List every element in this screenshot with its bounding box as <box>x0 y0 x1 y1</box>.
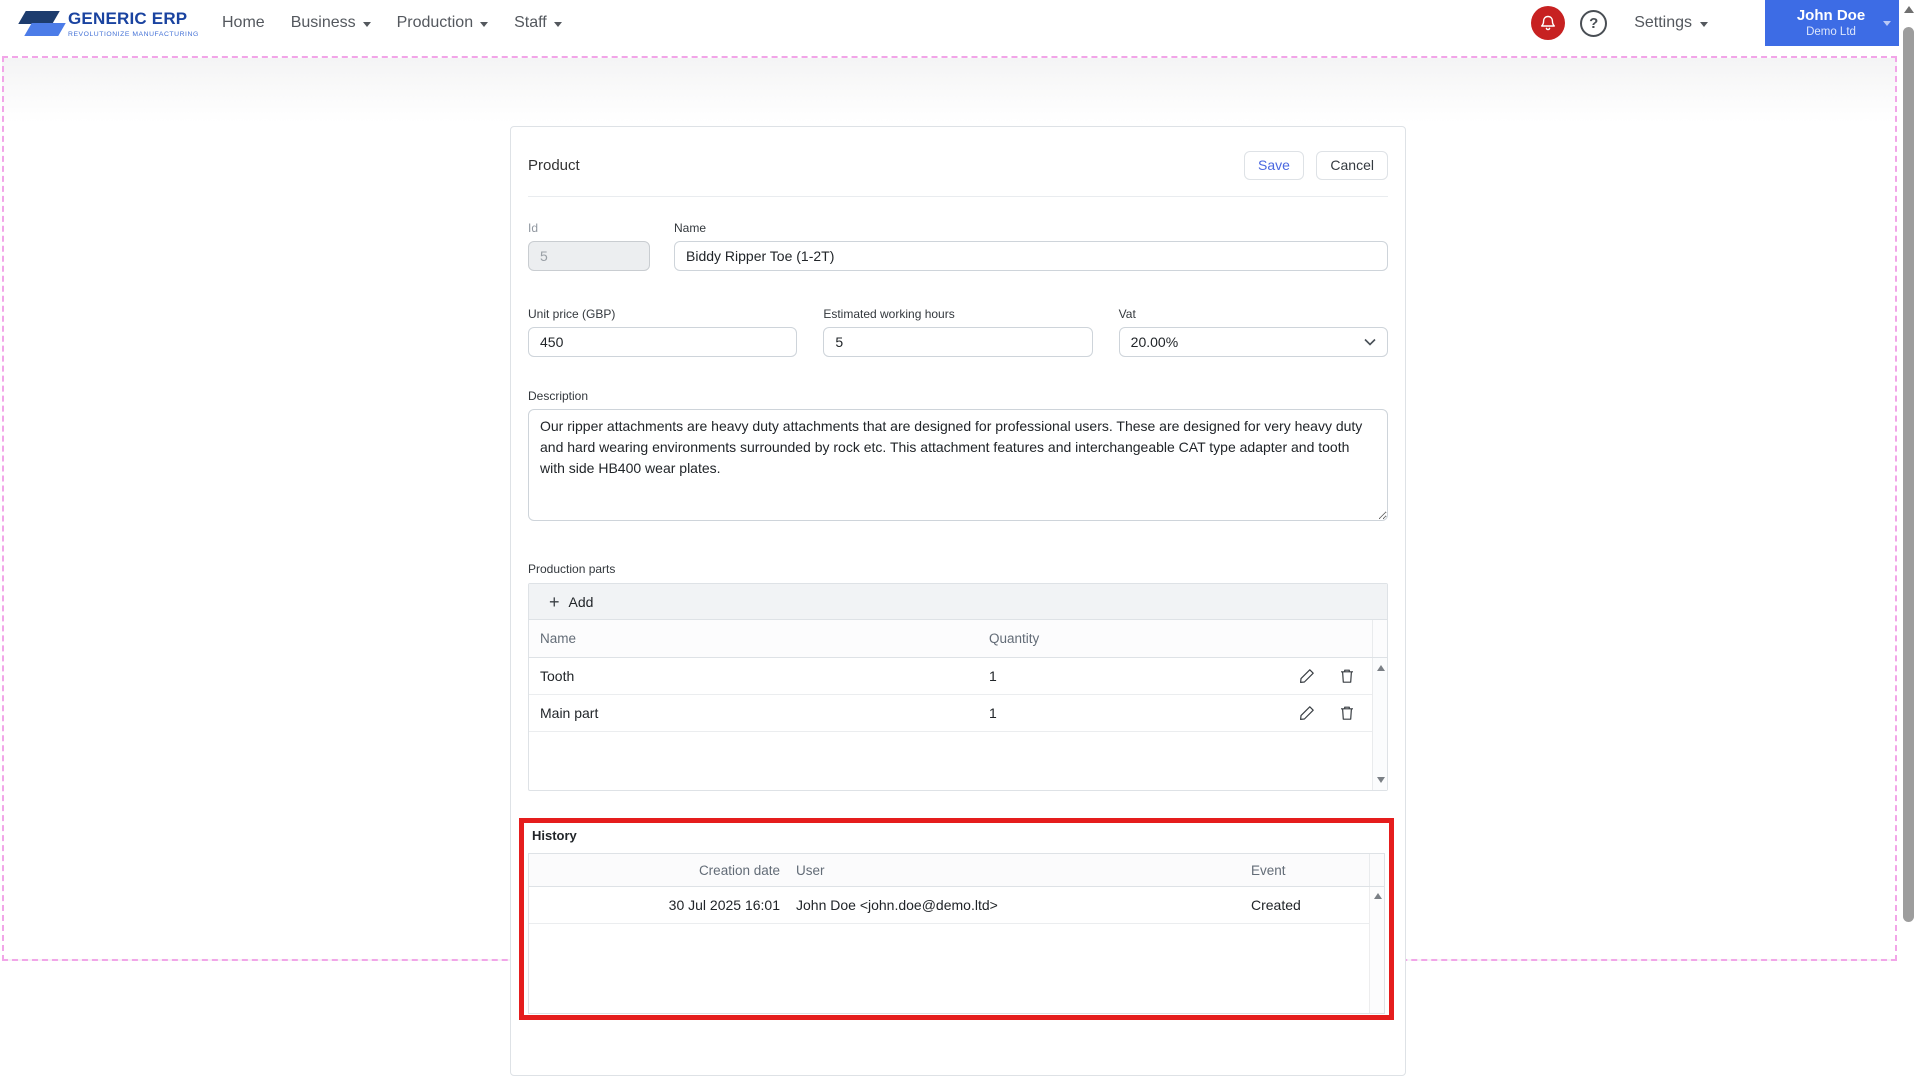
history-user: John Doe <john.doe@demo.ltd> <box>796 897 998 913</box>
page-title: Product <box>528 157 580 174</box>
edit-button[interactable] <box>1299 705 1315 721</box>
column-header-name: Name <box>540 631 577 646</box>
scroll-up-arrow-icon[interactable] <box>1376 665 1385 671</box>
trash-icon <box>1341 706 1353 720</box>
history-creation-date: 30 Jul 2025 16:01 <box>668 897 780 913</box>
chevron-down-icon <box>1364 338 1376 346</box>
history-label: History <box>532 828 577 843</box>
main-menu: Home Business Production Staff <box>222 14 562 32</box>
logo-icon <box>12 7 66 39</box>
table-scrollbar[interactable] <box>1372 658 1387 790</box>
top-nav: GENERIC ERP REVOLUTIONIZE MANUFACTURING … <box>0 0 1899 46</box>
name-label: Name <box>674 221 707 235</box>
table-row[interactable]: Main part 1 <box>529 695 1372 732</box>
chevron-down-icon <box>1883 20 1891 26</box>
pencil-icon <box>1300 669 1314 683</box>
description-label: Description <box>528 389 589 403</box>
description-field[interactable]: Our ripper attachments are heavy duty at… <box>528 409 1388 521</box>
app-logo[interactable]: GENERIC ERP REVOLUTIONIZE MANUFACTURING <box>12 7 208 39</box>
column-header-creation-date: Creation date <box>698 862 780 878</box>
page-scrollbar[interactable] <box>1899 0 1919 955</box>
id-field <box>528 241 650 271</box>
chevron-down-icon <box>362 21 371 27</box>
nav-item-home[interactable]: Home <box>222 14 265 32</box>
pencil-icon <box>1300 706 1314 720</box>
user-name: John Doe <box>1796 7 1866 24</box>
name-field[interactable] <box>674 241 1388 271</box>
scroll-down-arrow-icon[interactable] <box>1376 777 1385 783</box>
part-name: Tooth <box>540 668 575 684</box>
user-menu-button[interactable]: John Doe Demo Ltd <box>1765 0 1899 46</box>
settings-menu[interactable]: Settings <box>1634 14 1708 32</box>
delete-button[interactable] <box>1339 668 1355 684</box>
unit-price-field[interactable] <box>528 327 798 357</box>
scrollbar-thumb[interactable] <box>1903 27 1914 922</box>
bell-icon <box>1541 15 1556 30</box>
production-parts-section: Production parts + Add Name Quantity Too… <box>528 562 1388 791</box>
estimated-hours-label: Estimated working hours <box>823 307 955 321</box>
help-button[interactable]: ? <box>1580 9 1608 37</box>
chevron-down-icon <box>553 21 562 27</box>
chevron-down-icon <box>1700 21 1708 27</box>
estimated-hours-field[interactable] <box>823 327 1093 357</box>
logo-tagline: REVOLUTIONIZE MANUFACTURING <box>68 30 199 38</box>
notifications-button[interactable] <box>1531 6 1566 40</box>
save-button[interactable]: Save <box>1244 151 1304 180</box>
production-parts-header: Name Quantity <box>529 620 1387 658</box>
trash-icon <box>1341 669 1353 683</box>
part-name: Main part <box>540 705 599 721</box>
production-parts-label: Production parts <box>528 562 616 576</box>
history-event: Created <box>1251 897 1301 913</box>
cancel-button[interactable]: Cancel <box>1316 151 1388 180</box>
delete-button[interactable] <box>1339 705 1355 721</box>
part-quantity: 1 <box>989 705 997 721</box>
nav-item-production[interactable]: Production <box>397 14 489 32</box>
id-label: Id <box>528 221 539 235</box>
column-header-quantity: Quantity <box>989 631 1040 646</box>
vat-label: Vat <box>1118 307 1136 321</box>
scroll-up-arrow-icon[interactable] <box>1904 6 1914 13</box>
user-company: Demo Ltd <box>1806 26 1856 38</box>
logo-title: GENERIC ERP <box>68 8 188 28</box>
unit-price-label: Unit price (GBP) <box>528 307 616 321</box>
part-quantity: 1 <box>989 668 997 684</box>
edit-button[interactable] <box>1299 668 1315 684</box>
history-header: Creation date User Event <box>529 854 1384 887</box>
plus-icon: + <box>549 591 560 612</box>
vat-select[interactable]: 20.00% <box>1118 327 1388 357</box>
question-icon: ? <box>1589 14 1599 32</box>
table-row[interactable]: Tooth 1 <box>529 658 1372 695</box>
nav-item-staff[interactable]: Staff <box>514 14 562 32</box>
content-area: Product Save Cancel Id Name Unit price (… <box>2 56 1897 1076</box>
history-table: Creation date User Event 30 Jul 2025 16:… <box>528 853 1385 1014</box>
nav-item-business[interactable]: Business <box>291 14 371 32</box>
scroll-up-arrow-icon[interactable] <box>1373 893 1382 899</box>
history-section-highlight: History Creation date User Event 30 Jul … <box>519 818 1394 1020</box>
column-header-event: Event <box>1251 862 1286 878</box>
column-header-user: User <box>796 862 825 878</box>
product-form-card: Product Save Cancel Id Name Unit price (… <box>510 126 1406 1076</box>
table-scrollbar[interactable] <box>1369 887 1384 1013</box>
chevron-down-icon <box>480 21 489 27</box>
table-row[interactable]: 30 Jul 2025 16:01 John Doe <john.doe@dem… <box>529 887 1369 924</box>
add-part-button[interactable]: + Add <box>529 584 613 619</box>
